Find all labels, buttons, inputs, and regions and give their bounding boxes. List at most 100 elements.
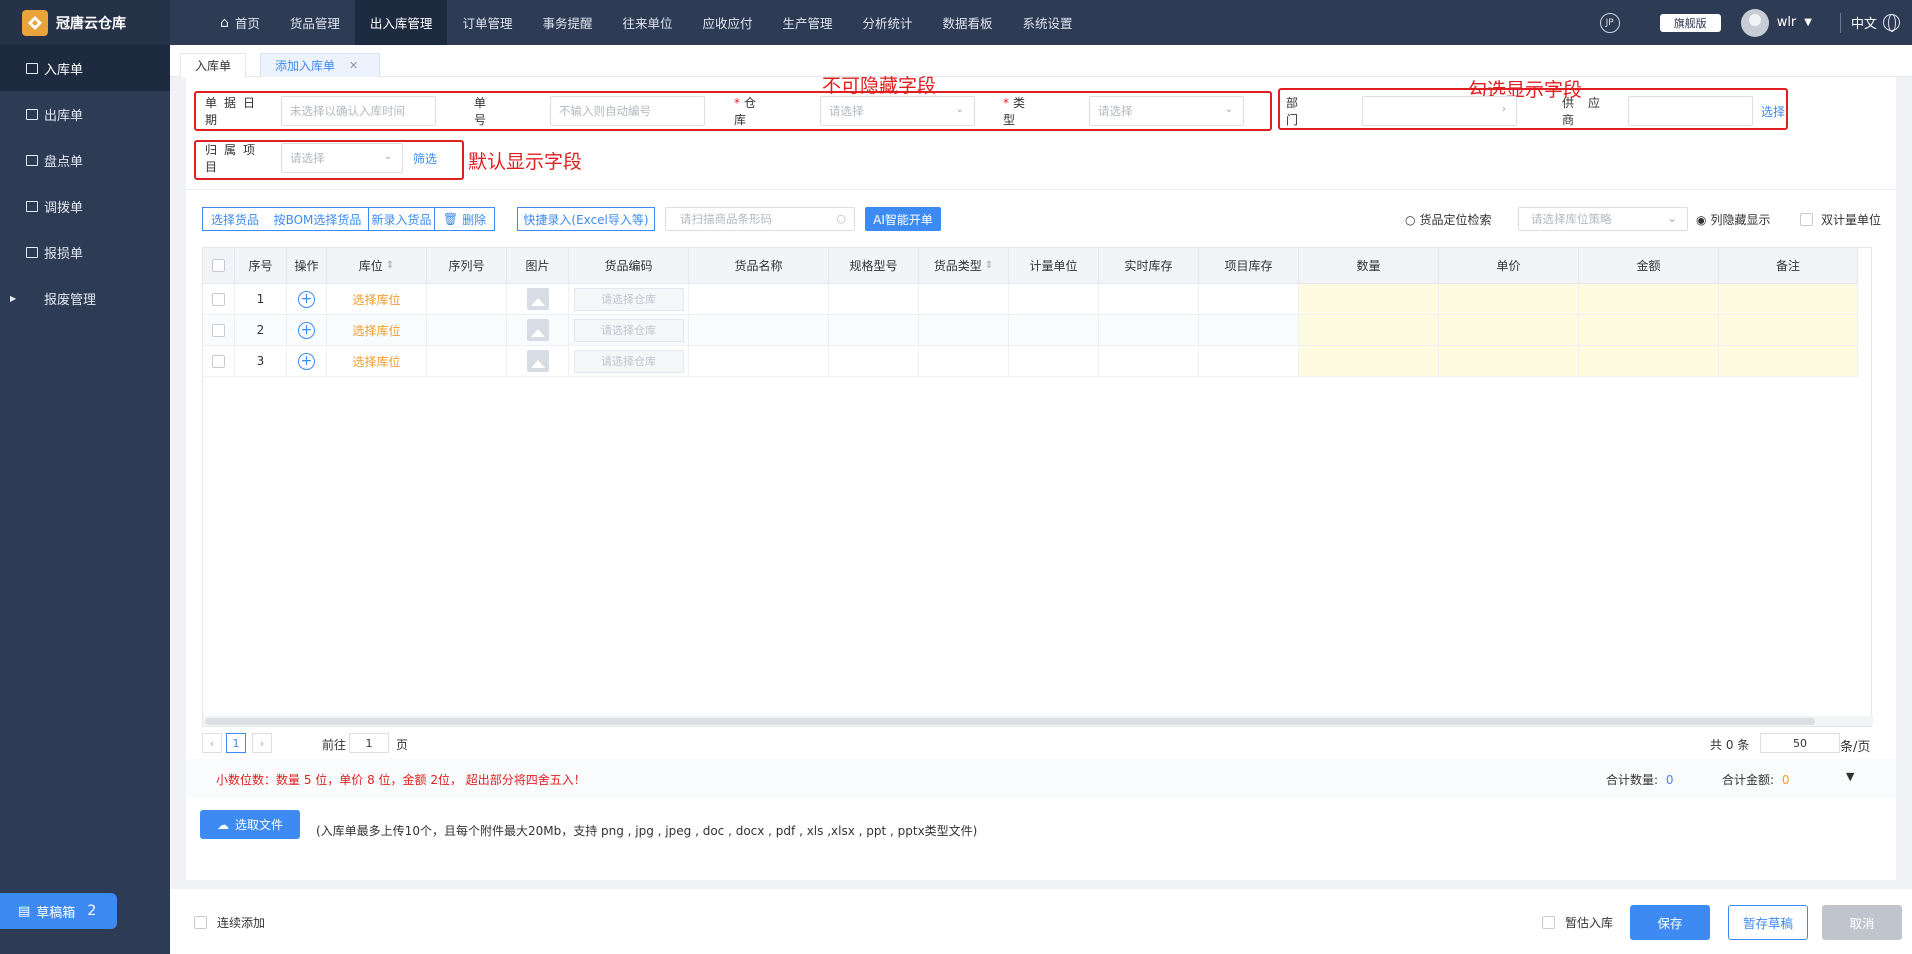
jp-icon[interactable]: JP xyxy=(1599,12,1620,33)
select-warehouse-input[interactable]: 请选择仓库 xyxy=(573,349,684,373)
select-warehouse-input[interactable]: 请选择仓库 xyxy=(573,318,684,342)
sidebar-item-transfer[interactable]: 调拨单 xyxy=(0,183,170,229)
checkbox[interactable] xyxy=(194,916,207,929)
user-name[interactable]: wlr xyxy=(1777,15,1797,30)
table-cell xyxy=(1199,284,1299,315)
project-filter-link[interactable]: 筛选 xyxy=(413,150,437,167)
supplier-select-link[interactable]: 选择 xyxy=(1761,103,1785,120)
select-location-link[interactable]: 选择库位 xyxy=(352,322,400,339)
table-cell[interactable] xyxy=(1579,284,1719,315)
number-input[interactable]: 不输入则自动编号 xyxy=(550,96,705,126)
nav-settings[interactable]: 系统设置 xyxy=(1008,0,1088,45)
chevron-down-icon[interactable]: ▼ xyxy=(1804,17,1812,28)
add-row-icon[interactable]: + xyxy=(298,290,315,308)
column-header[interactable]: 库位 ⇕ xyxy=(327,248,427,284)
image-icon[interactable] xyxy=(526,350,549,372)
nav-reminders[interactable]: 事务提醒 xyxy=(527,0,607,45)
nav-home[interactable]: ⌂ 首页 xyxy=(205,0,275,45)
location-strategy-select[interactable]: 请选择库位策略 ⌄ xyxy=(1518,207,1688,231)
sidebar-item-stocktake[interactable]: 盘点单 xyxy=(0,137,170,183)
department-select[interactable]: › xyxy=(1362,96,1517,126)
sidebar-item-inbound[interactable]: 入库单 xyxy=(0,45,170,91)
add-row-icon[interactable]: + xyxy=(298,352,315,370)
add-row-icon[interactable]: + xyxy=(298,321,315,339)
sidebar-item-scrap[interactable]: ▶ 报废管理 xyxy=(0,275,170,321)
horizontal-scrollbar[interactable] xyxy=(203,716,1873,726)
table-cell[interactable] xyxy=(1299,315,1439,346)
row-checkbox[interactable] xyxy=(212,292,225,306)
temp-in-checkbox[interactable]: 暂估入库 xyxy=(1542,914,1613,931)
bom-select-button[interactable]: 按BOM选择货品 xyxy=(267,207,369,231)
nav-production[interactable]: 生产管理 xyxy=(768,0,848,45)
image-icon[interactable] xyxy=(526,319,549,341)
quick-entry-button[interactable]: 快捷录入(Excel导入等) xyxy=(517,207,655,231)
column-visibility-toggle[interactable]: ◉ 列隐藏显示 xyxy=(1696,211,1771,228)
continuous-add-checkbox[interactable]: 连续添加 xyxy=(194,914,265,931)
goto-page-input[interactable]: 1 xyxy=(349,733,389,753)
new-goods-button[interactable]: 新录入货品 xyxy=(369,207,435,231)
save-draft-button[interactable]: 暂存草稿 xyxy=(1728,905,1808,940)
sort-icon[interactable]: ⇕ xyxy=(386,260,394,271)
table-cell[interactable] xyxy=(1439,284,1579,315)
nav-orders[interactable]: 订单管理 xyxy=(447,0,527,45)
warehouse-select[interactable]: 请选择 ⌄ xyxy=(820,96,975,126)
nav-finance[interactable]: 应收应付 xyxy=(687,0,767,45)
table-cell[interactable] xyxy=(1299,284,1439,315)
barcode-scan-input[interactable]: 请扫描商品条形码 ○ xyxy=(665,207,855,231)
type-select[interactable]: 请选择 ⌄ xyxy=(1089,96,1244,126)
footer-bar: 连续添加 暂估入库 保存 暂存草稿 取消 xyxy=(170,889,1912,954)
caret-down-icon[interactable]: ▼ xyxy=(1846,770,1854,783)
sidebar-item-outbound[interactable]: 出库单 xyxy=(0,91,170,137)
globe-icon[interactable] xyxy=(1883,14,1900,32)
date-input[interactable]: 未选择以确认入库时间 xyxy=(281,96,436,126)
checkbox[interactable] xyxy=(1800,213,1813,226)
row-checkbox[interactable] xyxy=(212,323,225,337)
chevron-down-icon: ⌄ xyxy=(383,151,392,162)
save-button[interactable]: 保存 xyxy=(1630,905,1710,940)
app-logo[interactable]: 冠唐云仓库 xyxy=(0,0,170,45)
page-size-input[interactable]: 50 xyxy=(1760,733,1840,753)
select-location-link[interactable]: 选择库位 xyxy=(352,291,400,308)
column-header[interactable]: 货品类型 ⇕ xyxy=(919,248,1009,284)
tab-inbound-list[interactable]: 入库单 xyxy=(180,53,247,77)
table-cell[interactable] xyxy=(1579,346,1719,377)
table-cell[interactable] xyxy=(1439,315,1579,346)
table-cell[interactable] xyxy=(1439,346,1579,377)
sidebar-item-loss[interactable]: 报损单 xyxy=(0,229,170,275)
next-page-button[interactable]: › xyxy=(252,733,272,753)
table-cell[interactable] xyxy=(1299,346,1439,377)
select-all-checkbox[interactable] xyxy=(212,259,225,272)
upload-file-button[interactable]: ☁ 选取文件 xyxy=(200,810,300,839)
page-number[interactable]: 1 xyxy=(226,733,246,753)
nav-dashboard[interactable]: 数据看板 xyxy=(928,0,1008,45)
table-cell[interactable] xyxy=(1719,284,1858,315)
delete-button[interactable]: 🗑 删除 xyxy=(435,207,495,231)
nav-analytics[interactable]: 分析统计 xyxy=(848,0,928,45)
row-checkbox[interactable] xyxy=(212,354,225,368)
dual-unit-checkbox[interactable]: 双计量单位 xyxy=(1800,211,1881,228)
table-cell[interactable] xyxy=(1719,315,1858,346)
avatar[interactable] xyxy=(1740,8,1769,37)
draft-box-button[interactable]: ▤ 草稿箱 2 xyxy=(0,893,117,929)
select-goods-button[interactable]: 选择货品 xyxy=(202,207,268,231)
language-switch[interactable]: 中文 xyxy=(1851,13,1877,32)
cancel-button[interactable]: 取消 xyxy=(1822,905,1902,940)
table-cell[interactable] xyxy=(1579,315,1719,346)
ai-order-button[interactable]: AI智能开单 xyxy=(865,207,941,231)
prev-page-button[interactable]: ‹ xyxy=(202,733,222,753)
sort-icon[interactable]: ⇕ xyxy=(985,260,993,271)
table-cell[interactable] xyxy=(1719,346,1858,377)
select-warehouse-input[interactable]: 请选择仓库 xyxy=(573,287,684,311)
image-icon[interactable] xyxy=(526,288,549,310)
select-location-link[interactable]: 选择库位 xyxy=(352,353,400,370)
nav-goods[interactable]: 货品管理 xyxy=(275,0,355,45)
nav-partners[interactable]: 往来单位 xyxy=(607,0,687,45)
supplier-input[interactable] xyxy=(1628,96,1753,126)
checkbox[interactable] xyxy=(1542,916,1555,929)
project-select[interactable]: 请选择 ⌄ xyxy=(281,143,403,173)
scrollbar-thumb[interactable] xyxy=(205,718,1815,725)
tab-add-inbound[interactable]: 添加入库单 ✕ xyxy=(260,53,380,77)
close-icon[interactable]: ✕ xyxy=(349,59,358,72)
nav-inout[interactable]: 出入库管理 xyxy=(354,0,448,45)
locate-goods[interactable]: ○ 货品定位检索 xyxy=(1405,211,1492,228)
